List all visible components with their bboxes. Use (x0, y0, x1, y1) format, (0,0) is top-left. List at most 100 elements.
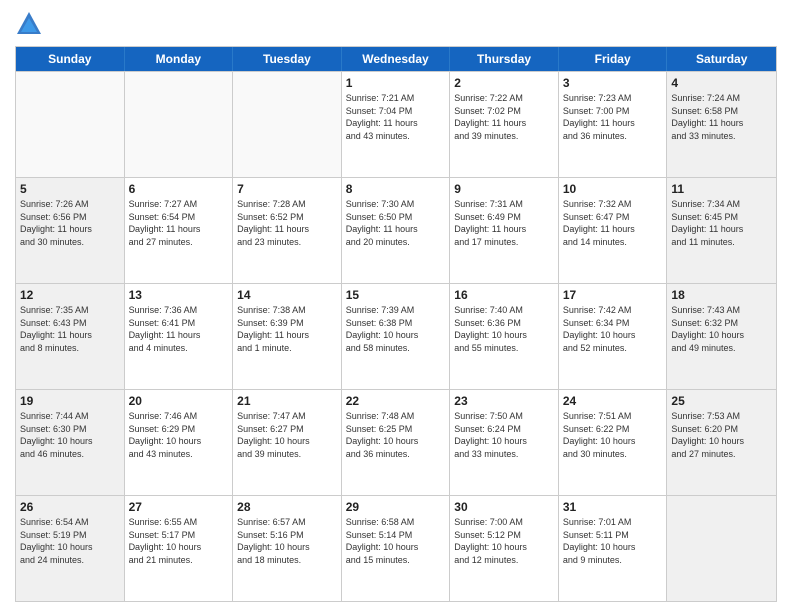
calendar-cell-empty (125, 72, 234, 177)
calendar-cell-14: 14Sunrise: 7:38 AM Sunset: 6:39 PM Dayli… (233, 284, 342, 389)
cell-info: Sunrise: 7:27 AM Sunset: 6:54 PM Dayligh… (129, 198, 229, 248)
calendar-body: 1Sunrise: 7:21 AM Sunset: 7:04 PM Daylig… (16, 71, 776, 601)
calendar-cell-31: 31Sunrise: 7:01 AM Sunset: 5:11 PM Dayli… (559, 496, 668, 601)
cell-info: Sunrise: 7:34 AM Sunset: 6:45 PM Dayligh… (671, 198, 772, 248)
weekday-header-sunday: Sunday (16, 47, 125, 71)
cell-info: Sunrise: 7:01 AM Sunset: 5:11 PM Dayligh… (563, 516, 663, 566)
day-number: 31 (563, 499, 663, 515)
cell-info: Sunrise: 7:44 AM Sunset: 6:30 PM Dayligh… (20, 410, 120, 460)
calendar-cell-15: 15Sunrise: 7:39 AM Sunset: 6:38 PM Dayli… (342, 284, 451, 389)
cell-info: Sunrise: 7:42 AM Sunset: 6:34 PM Dayligh… (563, 304, 663, 354)
day-number: 7 (237, 181, 337, 197)
day-number: 25 (671, 393, 772, 409)
cell-info: Sunrise: 7:51 AM Sunset: 6:22 PM Dayligh… (563, 410, 663, 460)
calendar-cell-19: 19Sunrise: 7:44 AM Sunset: 6:30 PM Dayli… (16, 390, 125, 495)
day-number: 24 (563, 393, 663, 409)
day-number: 20 (129, 393, 229, 409)
cell-info: Sunrise: 7:43 AM Sunset: 6:32 PM Dayligh… (671, 304, 772, 354)
cell-info: Sunrise: 7:24 AM Sunset: 6:58 PM Dayligh… (671, 92, 772, 142)
calendar-cell-23: 23Sunrise: 7:50 AM Sunset: 6:24 PM Dayli… (450, 390, 559, 495)
calendar-cell-9: 9Sunrise: 7:31 AM Sunset: 6:49 PM Daylig… (450, 178, 559, 283)
calendar-row-4: 26Sunrise: 6:54 AM Sunset: 5:19 PM Dayli… (16, 495, 776, 601)
calendar-cell-10: 10Sunrise: 7:32 AM Sunset: 6:47 PM Dayli… (559, 178, 668, 283)
day-number: 26 (20, 499, 120, 515)
calendar-cell-30: 30Sunrise: 7:00 AM Sunset: 5:12 PM Dayli… (450, 496, 559, 601)
calendar-cell-22: 22Sunrise: 7:48 AM Sunset: 6:25 PM Dayli… (342, 390, 451, 495)
day-number: 5 (20, 181, 120, 197)
cell-info: Sunrise: 7:39 AM Sunset: 6:38 PM Dayligh… (346, 304, 446, 354)
logo-icon (15, 10, 43, 38)
day-number: 2 (454, 75, 554, 91)
day-number: 16 (454, 287, 554, 303)
calendar-cell-empty (16, 72, 125, 177)
day-number: 30 (454, 499, 554, 515)
calendar-cell-21: 21Sunrise: 7:47 AM Sunset: 6:27 PM Dayli… (233, 390, 342, 495)
calendar-row-3: 19Sunrise: 7:44 AM Sunset: 6:30 PM Dayli… (16, 389, 776, 495)
header (15, 10, 777, 38)
cell-info: Sunrise: 7:35 AM Sunset: 6:43 PM Dayligh… (20, 304, 120, 354)
cell-info: Sunrise: 7:00 AM Sunset: 5:12 PM Dayligh… (454, 516, 554, 566)
day-number: 15 (346, 287, 446, 303)
day-number: 18 (671, 287, 772, 303)
calendar-row-1: 5Sunrise: 7:26 AM Sunset: 6:56 PM Daylig… (16, 177, 776, 283)
calendar-cell-2: 2Sunrise: 7:22 AM Sunset: 7:02 PM Daylig… (450, 72, 559, 177)
cell-info: Sunrise: 7:31 AM Sunset: 6:49 PM Dayligh… (454, 198, 554, 248)
calendar-cell-empty (667, 496, 776, 601)
cell-info: Sunrise: 6:57 AM Sunset: 5:16 PM Dayligh… (237, 516, 337, 566)
calendar-cell-5: 5Sunrise: 7:26 AM Sunset: 6:56 PM Daylig… (16, 178, 125, 283)
cell-info: Sunrise: 7:48 AM Sunset: 6:25 PM Dayligh… (346, 410, 446, 460)
day-number: 8 (346, 181, 446, 197)
cell-info: Sunrise: 6:58 AM Sunset: 5:14 PM Dayligh… (346, 516, 446, 566)
weekday-header-saturday: Saturday (667, 47, 776, 71)
weekday-header-monday: Monday (125, 47, 234, 71)
cell-info: Sunrise: 7:32 AM Sunset: 6:47 PM Dayligh… (563, 198, 663, 248)
day-number: 14 (237, 287, 337, 303)
day-number: 17 (563, 287, 663, 303)
calendar: SundayMondayTuesdayWednesdayThursdayFrid… (15, 46, 777, 602)
day-number: 29 (346, 499, 446, 515)
cell-info: Sunrise: 7:23 AM Sunset: 7:00 PM Dayligh… (563, 92, 663, 142)
day-number: 13 (129, 287, 229, 303)
cell-info: Sunrise: 7:21 AM Sunset: 7:04 PM Dayligh… (346, 92, 446, 142)
day-number: 19 (20, 393, 120, 409)
page: SundayMondayTuesdayWednesdayThursdayFrid… (0, 0, 792, 612)
cell-info: Sunrise: 7:28 AM Sunset: 6:52 PM Dayligh… (237, 198, 337, 248)
logo (15, 10, 47, 38)
calendar-cell-18: 18Sunrise: 7:43 AM Sunset: 6:32 PM Dayli… (667, 284, 776, 389)
calendar-cell-3: 3Sunrise: 7:23 AM Sunset: 7:00 PM Daylig… (559, 72, 668, 177)
calendar-cell-8: 8Sunrise: 7:30 AM Sunset: 6:50 PM Daylig… (342, 178, 451, 283)
cell-info: Sunrise: 7:30 AM Sunset: 6:50 PM Dayligh… (346, 198, 446, 248)
day-number: 23 (454, 393, 554, 409)
day-number: 21 (237, 393, 337, 409)
calendar-cell-1: 1Sunrise: 7:21 AM Sunset: 7:04 PM Daylig… (342, 72, 451, 177)
weekday-header-friday: Friday (559, 47, 668, 71)
calendar-cell-11: 11Sunrise: 7:34 AM Sunset: 6:45 PM Dayli… (667, 178, 776, 283)
weekday-header-wednesday: Wednesday (342, 47, 451, 71)
cell-info: Sunrise: 7:36 AM Sunset: 6:41 PM Dayligh… (129, 304, 229, 354)
calendar-cell-27: 27Sunrise: 6:55 AM Sunset: 5:17 PM Dayli… (125, 496, 234, 601)
calendar-cell-6: 6Sunrise: 7:27 AM Sunset: 6:54 PM Daylig… (125, 178, 234, 283)
calendar-cell-29: 29Sunrise: 6:58 AM Sunset: 5:14 PM Dayli… (342, 496, 451, 601)
cell-info: Sunrise: 7:46 AM Sunset: 6:29 PM Dayligh… (129, 410, 229, 460)
cell-info: Sunrise: 7:26 AM Sunset: 6:56 PM Dayligh… (20, 198, 120, 248)
cell-info: Sunrise: 7:53 AM Sunset: 6:20 PM Dayligh… (671, 410, 772, 460)
day-number: 10 (563, 181, 663, 197)
calendar-cell-17: 17Sunrise: 7:42 AM Sunset: 6:34 PM Dayli… (559, 284, 668, 389)
cell-info: Sunrise: 7:47 AM Sunset: 6:27 PM Dayligh… (237, 410, 337, 460)
day-number: 12 (20, 287, 120, 303)
cell-info: Sunrise: 7:38 AM Sunset: 6:39 PM Dayligh… (237, 304, 337, 354)
weekday-header-thursday: Thursday (450, 47, 559, 71)
day-number: 11 (671, 181, 772, 197)
calendar-header-row: SundayMondayTuesdayWednesdayThursdayFrid… (16, 47, 776, 71)
calendar-cell-12: 12Sunrise: 7:35 AM Sunset: 6:43 PM Dayli… (16, 284, 125, 389)
weekday-header-tuesday: Tuesday (233, 47, 342, 71)
cell-info: Sunrise: 6:54 AM Sunset: 5:19 PM Dayligh… (20, 516, 120, 566)
cell-info: Sunrise: 7:22 AM Sunset: 7:02 PM Dayligh… (454, 92, 554, 142)
calendar-cell-4: 4Sunrise: 7:24 AM Sunset: 6:58 PM Daylig… (667, 72, 776, 177)
calendar-cell-28: 28Sunrise: 6:57 AM Sunset: 5:16 PM Dayli… (233, 496, 342, 601)
day-number: 1 (346, 75, 446, 91)
day-number: 27 (129, 499, 229, 515)
day-number: 4 (671, 75, 772, 91)
day-number: 6 (129, 181, 229, 197)
calendar-cell-25: 25Sunrise: 7:53 AM Sunset: 6:20 PM Dayli… (667, 390, 776, 495)
